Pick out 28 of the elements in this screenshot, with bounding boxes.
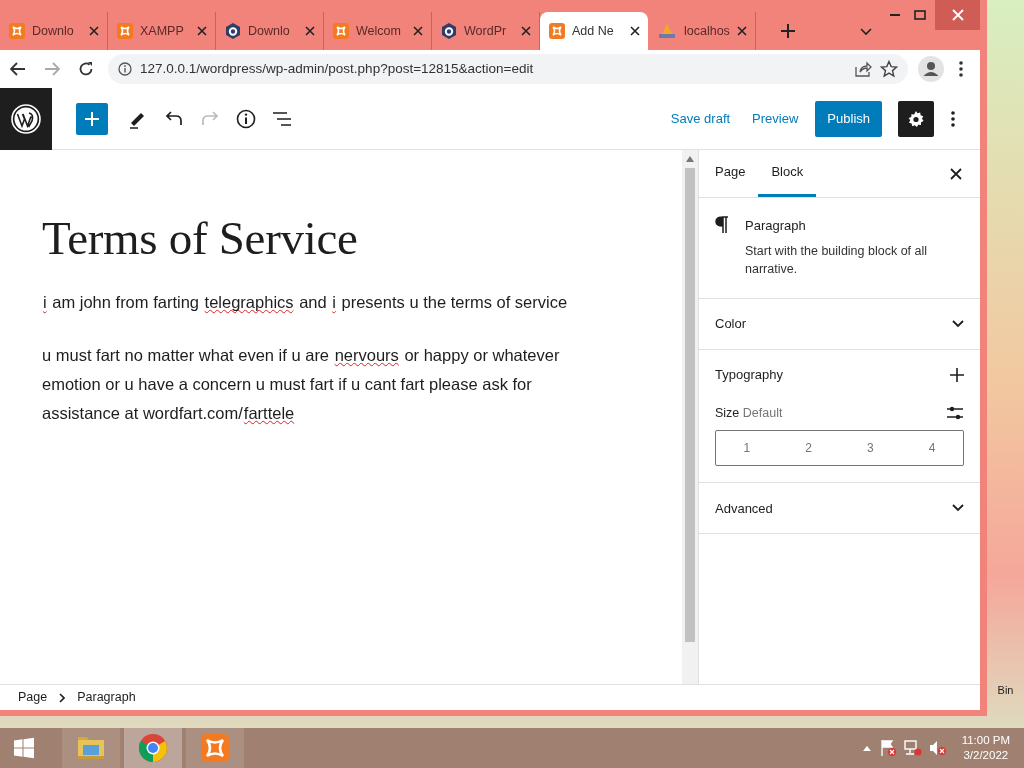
panel-header[interactable]: Advanced [715, 483, 964, 534]
font-size-option[interactable]: 2 [777, 431, 840, 466]
block-description: Start with the building block of all narrative. [745, 242, 929, 278]
font-size-option[interactable]: 4 [901, 431, 963, 466]
publish-button[interactable]: Publish [815, 100, 882, 137]
preview-link[interactable]: Preview [741, 102, 810, 135]
breadcrumb-link[interactable]: Paragraph [77, 688, 136, 707]
font-size-option[interactable]: 3 [839, 431, 902, 466]
save-draft-link[interactable]: Save draft [659, 102, 742, 135]
clock[interactable]: 11:00 PM 3/2/2022 [961, 733, 1010, 763]
panel-header[interactable]: Color [715, 298, 964, 349]
paragraph-text[interactable]: i am john from farting telegraphics and i presents u the terms of service [42, 288, 604, 318]
breadcrumb-link[interactable]: Page [18, 688, 48, 707]
clock-date: 3/2/2022 [962, 748, 1010, 763]
block-name: Paragraph [745, 217, 807, 235]
sidebar-tab[interactable]: Block [758, 150, 817, 197]
post-title[interactable]: Terms of Service [42, 210, 642, 267]
url-text: 127.0.0.1/wordpress/wp-admin/post.php?post=12815&action=edit [140, 59, 535, 78]
address-field[interactable]: 127.0.0.1/wordpress/wp-admin/post.php?post=12815&action=edit [108, 54, 908, 84]
browser-tab[interactable]: Add Ne [540, 12, 648, 50]
desktop-icon-label[interactable]: Bin [997, 681, 1014, 698]
sidebar-tab[interactable]: Page [702, 150, 759, 197]
paragraph-text[interactable]: u must fart no matter what even if u are nervours or happy or whatever emotion or u have a concern u must fart if u cant fart please ask for assistance at wordfart.com/farttele [42, 341, 604, 428]
font-size-option[interactable]: 1 [716, 431, 778, 466]
size-label: Size Default [715, 404, 783, 422]
font-size-picker[interactable]: 1 2 3 4 [715, 430, 964, 467]
clock-time: 11:00 PM [961, 733, 1010, 748]
panel-title: Typography [715, 365, 783, 384]
